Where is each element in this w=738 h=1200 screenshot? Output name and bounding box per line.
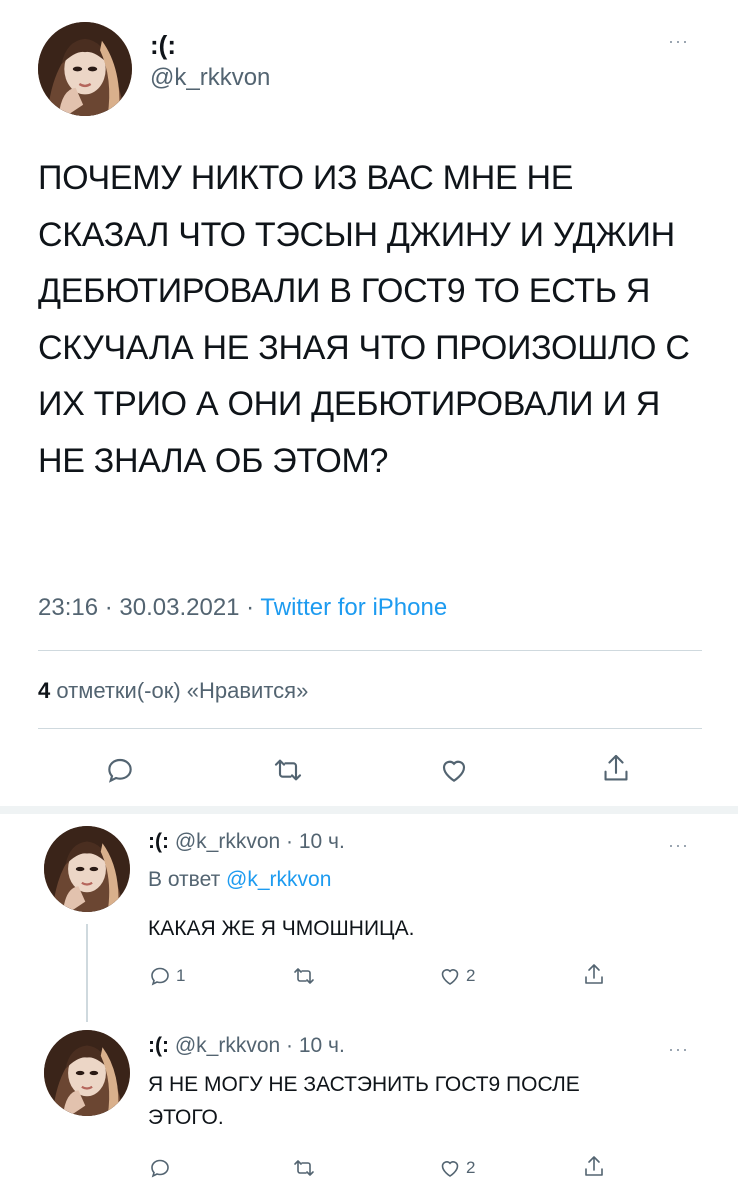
retweet-action[interactable] <box>292 960 320 992</box>
like-icon[interactable] <box>436 752 472 788</box>
retweet-action[interactable] <box>292 1152 320 1184</box>
share-icon[interactable] <box>582 958 606 992</box>
meta-separator: · <box>98 594 120 621</box>
tweet-source-link[interactable]: Twitter for iPhone <box>260 594 447 621</box>
more-options-icon[interactable]: ··· <box>668 1040 689 1058</box>
retweet-icon <box>294 1160 314 1176</box>
reply-action[interactable] <box>148 1152 176 1184</box>
likes-summary[interactable]: 4 отметки(-ок) «Нравится» <box>38 678 308 704</box>
avatar[interactable] <box>38 22 132 116</box>
display-name: :(: <box>148 1034 169 1057</box>
display-name: :(: <box>148 830 169 853</box>
handle: @k_rkkvon <box>174 830 281 853</box>
divider <box>38 728 702 729</box>
tweet-meta: 23:16 · 30.03.2021 · Twitter for iPhone <box>38 594 447 622</box>
avatar-photo <box>44 1030 130 1116</box>
reply-icon[interactable] <box>102 752 138 788</box>
section-separator <box>0 806 738 814</box>
reply-count: 1 <box>176 966 186 985</box>
like-action[interactable]: 2 <box>438 1152 475 1184</box>
like-count: 2 <box>466 966 476 985</box>
display-name[interactable]: :(: <box>150 30 176 61</box>
reply-icon <box>151 1159 169 1178</box>
more-options-icon[interactable]: ··· <box>668 836 689 854</box>
handle: @k_rkkvon <box>174 1034 281 1057</box>
tweet-text: ПОЧЕМУ НИКТО ИЗ ВАС МНЕ НЕ СКАЗАЛ ЧТО ТЭ… <box>38 159 690 480</box>
avatar-photo <box>38 22 132 116</box>
avatar[interactable] <box>44 826 130 912</box>
reply-header[interactable]: :(: @k_rkkvon · 10 ч. <box>148 830 345 854</box>
replying-to: В ответ @k_rkkvon <box>148 868 331 892</box>
meta-separator: · <box>239 594 261 621</box>
replying-to-handle[interactable]: @k_rkkvon <box>226 868 331 891</box>
likes-count: 4 <box>38 678 51 703</box>
reply-text: Я НЕ МОГУ НЕ ЗАСТЭНИТЬ ГОСТ9 ПОСЛЕ ЭТОГО… <box>148 1073 580 1129</box>
avatar-photo <box>44 826 130 912</box>
divider <box>38 650 702 651</box>
handle[interactable]: @k_rkkvon <box>150 64 270 92</box>
avatar[interactable] <box>44 1030 130 1116</box>
like-count: 2 <box>466 1158 476 1177</box>
replying-to-label: В ответ <box>148 868 221 891</box>
reply-icon <box>151 967 169 986</box>
retweet-icon <box>294 968 314 984</box>
reply-header[interactable]: :(: @k_rkkvon · 10 ч. <box>148 1034 345 1058</box>
likes-label: отметки(-ок) «Нравится» <box>56 678 309 703</box>
reply-text: КАКАЯ ЖЕ Я ЧМОШНИЦА. <box>148 917 415 940</box>
like-action[interactable]: 2 <box>438 960 475 992</box>
more-options-icon[interactable]: ··· <box>668 32 689 50</box>
timestamp: · 10 ч. <box>286 1034 345 1057</box>
like-icon <box>441 1161 459 1177</box>
thread-connector <box>86 924 88 1022</box>
timestamp: · 10 ч. <box>286 830 345 853</box>
tweet-time: 23:16 <box>38 594 99 621</box>
like-icon <box>441 969 459 985</box>
share-icon[interactable] <box>598 750 634 788</box>
retweet-icon[interactable] <box>270 752 306 788</box>
reply-action[interactable]: 1 <box>148 960 185 992</box>
share-icon[interactable] <box>582 1150 606 1184</box>
tweet-date: 30.03.2021 <box>119 594 240 621</box>
